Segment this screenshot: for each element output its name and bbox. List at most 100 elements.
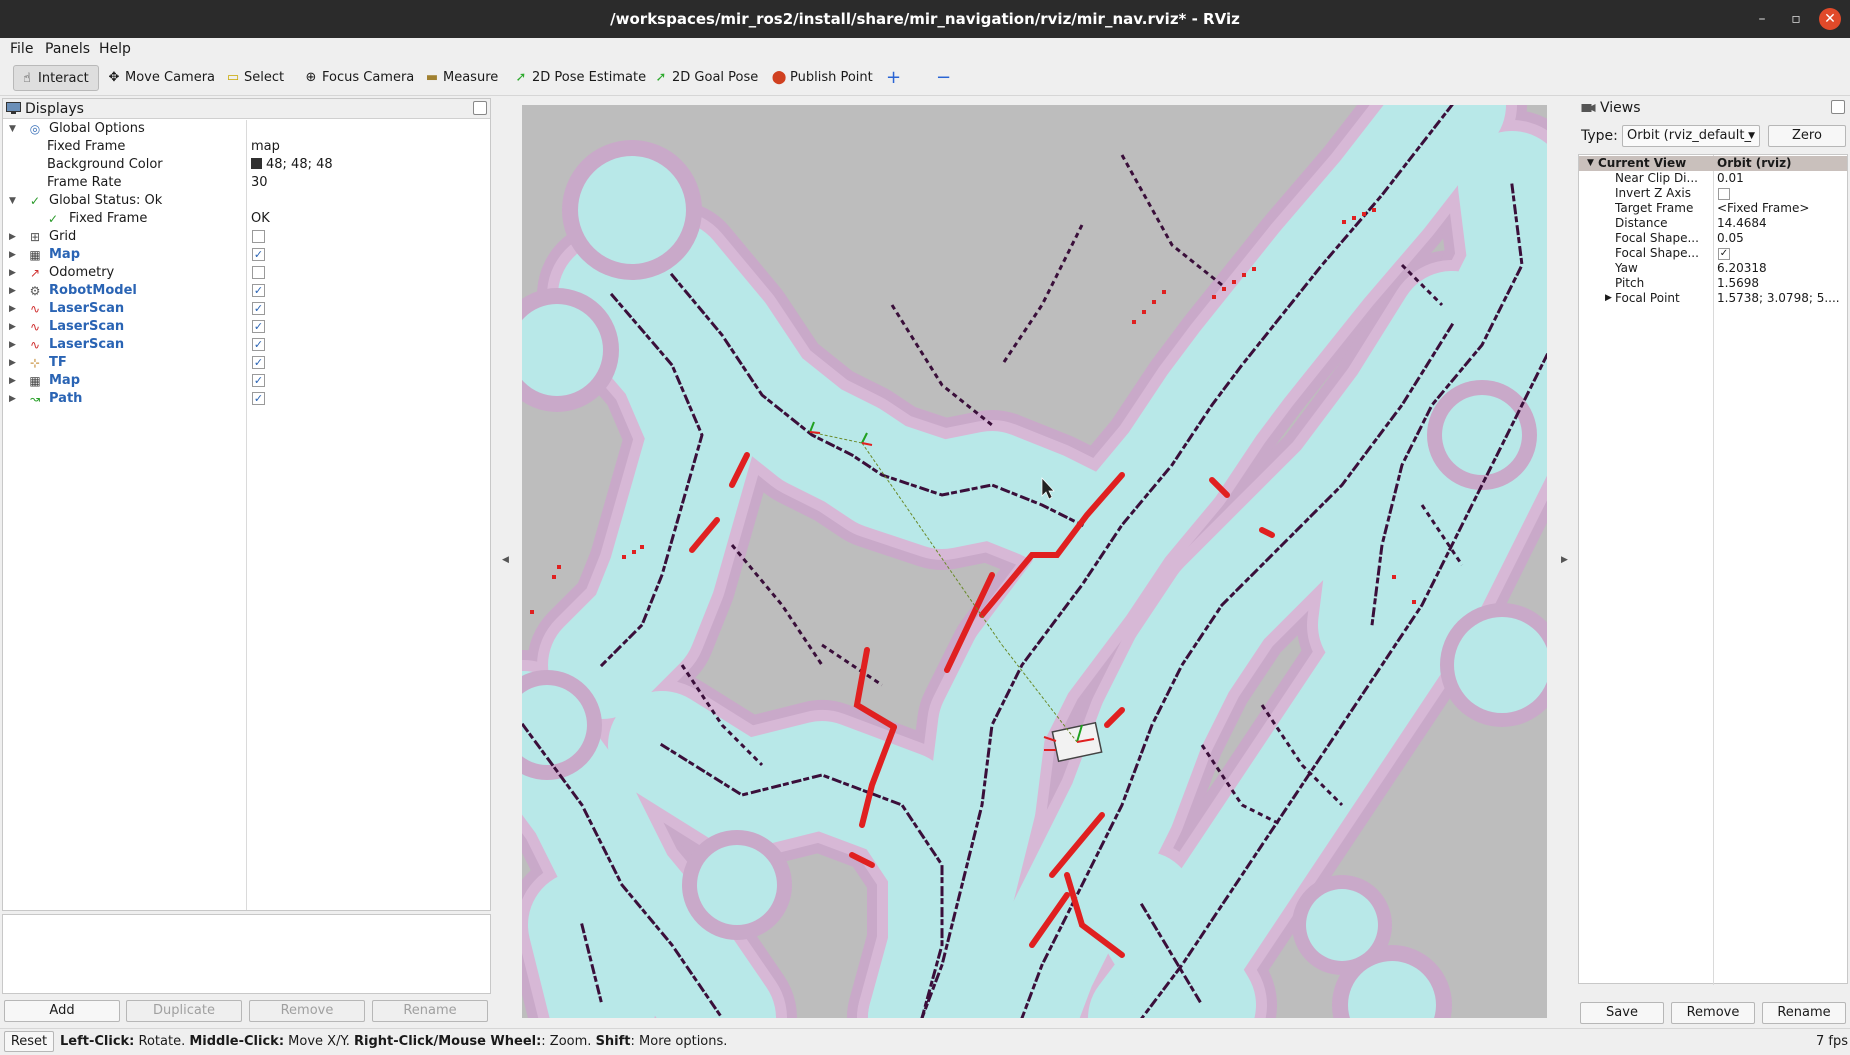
tree-row-laserscan[interactable]: ▶ ∿ LaserScan ✓ xyxy=(3,318,490,336)
focus-camera-tool[interactable]: ⊕ Focus Camera xyxy=(298,65,415,91)
interact-tool[interactable]: ☝ Interact xyxy=(13,65,99,91)
prop-value[interactable]: <Fixed Frame> xyxy=(1717,201,1845,216)
prop-row-current-view[interactable]: ▼ Current View Orbit (rviz) xyxy=(1579,156,1847,171)
prop-row-focal-shape-fixed[interactable]: Focal Shape... ✓ xyxy=(1579,246,1847,261)
render-viewport[interactable] xyxy=(522,105,1547,1018)
undock-button[interactable] xyxy=(1831,100,1845,114)
expand-down-icon[interactable]: ▼ xyxy=(9,120,19,138)
view-type-select[interactable]: Orbit (rviz_default_ ▼ xyxy=(1622,125,1760,147)
menu-panels[interactable]: Panels xyxy=(45,38,90,60)
goal-pose-tool[interactable]: ➚ 2D Goal Pose xyxy=(648,65,759,91)
pose-estimate-tool[interactable]: ➚ 2D Pose Estimate xyxy=(508,65,647,91)
enable-checkbox[interactable]: ✓ xyxy=(252,248,265,261)
pose-estimate-label: 2D Pose Estimate xyxy=(532,70,647,85)
enable-checkbox[interactable]: ✓ xyxy=(252,374,265,387)
remove-tool-button[interactable]: − xyxy=(932,65,951,91)
rename-display-button[interactable]: Rename xyxy=(372,1000,488,1022)
expand-right-icon[interactable]: ▶ xyxy=(9,246,19,264)
expand-down-icon[interactable]: ▼ xyxy=(9,192,19,210)
expand-right-icon[interactable]: ▶ xyxy=(9,318,19,336)
tree-row-frame-rate[interactable]: Frame Rate 30 xyxy=(3,174,490,192)
tree-row-robotmodel[interactable]: ▶ ⚙ RobotModel ✓ xyxy=(3,282,490,300)
enable-checkbox[interactable] xyxy=(252,266,265,279)
minimize-button[interactable]: – xyxy=(1751,8,1773,30)
tree-row-tf[interactable]: ▶ ⊹ TF ✓ xyxy=(3,354,490,372)
map-pin-icon: ⬤ xyxy=(771,70,787,85)
prop-value: Orbit (rviz) xyxy=(1717,156,1792,170)
tree-row-grid[interactable]: ▶ ⊞ Grid xyxy=(3,228,490,246)
expand-right-icon[interactable]: ▶ xyxy=(9,300,19,318)
tree-row-map[interactable]: ▶ ▦ Map ✓ xyxy=(3,372,490,390)
publish-point-tool[interactable]: ⬤ Publish Point xyxy=(766,65,873,91)
move-camera-tool[interactable]: ✥ Move Camera xyxy=(101,65,215,91)
invert-z-checkbox[interactable] xyxy=(1718,188,1730,200)
prop-row-target-frame[interactable]: Target Frame <Fixed Frame> xyxy=(1579,201,1847,216)
tree-row-path[interactable]: ▶ ↝ Path ✓ xyxy=(3,390,490,408)
zero-button[interactable]: Zero xyxy=(1768,125,1846,147)
prop-row-distance[interactable]: Distance 14.4684 xyxy=(1579,216,1847,231)
expand-down-icon[interactable]: ▼ xyxy=(1587,156,1594,171)
enable-checkbox[interactable]: ✓ xyxy=(252,392,265,405)
remove-display-button[interactable]: Remove xyxy=(249,1000,365,1022)
enable-checkbox[interactable]: ✓ xyxy=(252,302,265,315)
tree-row-status-fixed-frame[interactable]: ✓ Fixed Frame OK xyxy=(3,210,490,228)
enable-checkbox[interactable]: ✓ xyxy=(252,320,265,333)
enable-checkbox[interactable]: ✓ xyxy=(252,284,265,297)
prop-row-focal-point[interactable]: ▶ Focal Point 1.5738; 3.0798; 5.... xyxy=(1579,291,1847,306)
select-tool[interactable]: ▭ Select xyxy=(220,65,284,91)
focal-shape-checkbox[interactable]: ✓ xyxy=(1718,248,1730,260)
tree-row-laserscan[interactable]: ▶ ∿ LaserScan ✓ xyxy=(3,336,490,354)
prop-value[interactable]: 1.5738; 3.0798; 5.... xyxy=(1717,291,1845,306)
row-label: Frame Rate xyxy=(47,175,122,190)
close-button[interactable]: ✕ xyxy=(1819,8,1841,30)
expand-right-icon[interactable]: ▶ xyxy=(1605,291,1612,306)
restore-button[interactable]: ▫ xyxy=(1785,8,1807,30)
expand-right-icon[interactable]: ▶ xyxy=(9,354,19,372)
costmap-render[interactable] xyxy=(522,105,1547,1018)
select-box-icon: ▭ xyxy=(226,70,240,85)
tree-row-background-color[interactable]: Background Color 48; 48; 48 xyxy=(3,156,490,174)
collapse-right-icon[interactable]: ▶ xyxy=(1561,555,1568,565)
prop-value[interactable]: 0.05 xyxy=(1717,231,1845,246)
row-value[interactable]: 30 xyxy=(251,174,268,192)
reset-button[interactable]: Reset xyxy=(4,1031,54,1052)
prop-value[interactable]: 0.01 xyxy=(1717,171,1845,186)
enable-checkbox[interactable]: ✓ xyxy=(252,338,265,351)
expand-right-icon[interactable]: ▶ xyxy=(9,390,19,408)
remove-view-button[interactable]: Remove xyxy=(1671,1002,1755,1024)
prop-row-invert-z[interactable]: Invert Z Axis xyxy=(1579,186,1847,201)
enable-checkbox[interactable]: ✓ xyxy=(252,356,265,369)
undock-button[interactable] xyxy=(473,101,487,115)
tree-row-map[interactable]: ▶ ▦ Map ✓ xyxy=(3,246,490,264)
prop-row-yaw[interactable]: Yaw 6.20318 xyxy=(1579,261,1847,276)
enable-checkbox[interactable] xyxy=(252,230,265,243)
row-value[interactable]: map xyxy=(251,138,280,156)
prop-row-near-clip[interactable]: Near Clip Di... 0.01 xyxy=(1579,171,1847,186)
row-value[interactable]: 48; 48; 48 xyxy=(251,156,333,174)
collapse-left-icon[interactable]: ◀ xyxy=(502,555,509,565)
tree-row-odometry[interactable]: ▶ ↗ Odometry xyxy=(3,264,490,282)
prop-value[interactable]: 6.20318 xyxy=(1717,261,1845,276)
add-tool-button[interactable]: + xyxy=(882,65,901,91)
save-view-button[interactable]: Save xyxy=(1580,1002,1664,1024)
check-status-icon: ✓ xyxy=(29,194,41,208)
prop-value[interactable]: 14.4684 xyxy=(1717,216,1845,231)
expand-right-icon[interactable]: ▶ xyxy=(9,282,19,300)
menu-file[interactable]: File xyxy=(10,38,33,60)
tree-row-fixed-frame[interactable]: Fixed Frame map xyxy=(3,138,490,156)
expand-right-icon[interactable]: ▶ xyxy=(9,264,19,282)
tree-row-laserscan[interactable]: ▶ ∿ LaserScan ✓ xyxy=(3,300,490,318)
expand-right-icon[interactable]: ▶ xyxy=(9,372,19,390)
menu-help[interactable]: Help xyxy=(99,38,131,60)
prop-value[interactable]: 1.5698 xyxy=(1717,276,1845,291)
measure-tool[interactable]: ▬ Measure xyxy=(419,65,498,91)
tree-row-global-status[interactable]: ▼ ✓ Global Status: Ok xyxy=(3,192,490,210)
rename-view-button[interactable]: Rename xyxy=(1762,1002,1846,1024)
prop-row-focal-shape-size[interactable]: Focal Shape... 0.05 xyxy=(1579,231,1847,246)
tree-row-global-options[interactable]: ▼ ◎ Global Options xyxy=(3,120,490,138)
prop-row-pitch[interactable]: Pitch 1.5698 xyxy=(1579,276,1847,291)
duplicate-button[interactable]: Duplicate xyxy=(126,1000,242,1022)
add-button[interactable]: Add xyxy=(4,1000,120,1022)
expand-right-icon[interactable]: ▶ xyxy=(9,336,19,354)
expand-right-icon[interactable]: ▶ xyxy=(9,228,19,246)
